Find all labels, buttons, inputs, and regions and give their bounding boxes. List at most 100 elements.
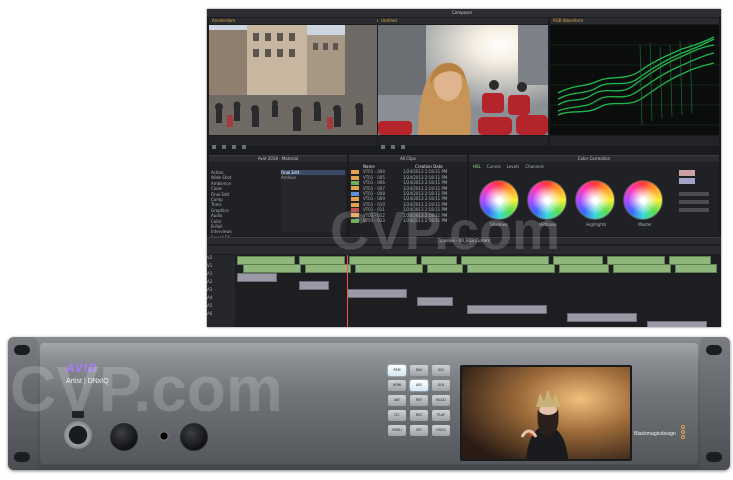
blackmagic-logo-text: Blackmagicdesign xyxy=(634,431,676,437)
street-scene-image xyxy=(209,25,377,135)
tab-hsl[interactable]: HSL xyxy=(473,164,481,169)
audio-clip[interactable] xyxy=(299,281,329,290)
source-transport-bar xyxy=(209,136,377,149)
splice-button[interactable] xyxy=(242,145,246,149)
track-label[interactable]: V2 xyxy=(207,255,235,263)
record-label[interactable]: Untitled xyxy=(378,18,548,24)
rec-play-button[interactable] xyxy=(381,145,385,149)
audio-clip[interactable] xyxy=(347,289,407,298)
source-monitor-header: Amsterdam xyxy=(209,18,377,24)
video-clip[interactable] xyxy=(559,264,609,273)
track-label[interactable]: V1 xyxy=(207,263,235,271)
hw-button-menu[interactable]: MENU xyxy=(388,425,406,436)
hw-button-dav[interactable]: DAV xyxy=(410,365,428,376)
rec-stop-button[interactable] xyxy=(391,145,395,149)
scope-label[interactable]: RGB Waveform xyxy=(550,18,719,24)
wheel-label: Master xyxy=(638,222,652,227)
record-monitor-header: Untitled xyxy=(378,18,548,24)
rack-hole xyxy=(706,452,722,462)
watermark: CVP.com xyxy=(10,353,283,425)
slider-saturation[interactable] xyxy=(679,192,709,196)
track-label[interactable]: A5 xyxy=(207,303,235,311)
rack-hole xyxy=(14,452,30,462)
audio-clip[interactable] xyxy=(647,321,707,327)
track-label[interactable]: A6 xyxy=(207,311,235,319)
hw-button-play[interactable]: PLAY xyxy=(432,410,450,421)
track-label[interactable]: A1 xyxy=(207,271,235,279)
rec-overwrite-button[interactable] xyxy=(401,145,405,149)
swatch-after[interactable] xyxy=(679,178,695,184)
tab-channels[interactable]: Channels xyxy=(525,164,544,169)
composer-title: Composer xyxy=(452,10,473,15)
hw-button-hold[interactable]: HOLD xyxy=(432,425,450,436)
track-label[interactable]: A2 xyxy=(207,279,235,287)
audio-clip[interactable] xyxy=(567,313,637,322)
media-composer-screenshot: File Edit Bin Clip Output Special Tools … xyxy=(207,9,721,327)
hw-button-rec[interactable]: REC xyxy=(410,410,428,421)
playhead[interactable] xyxy=(347,255,348,327)
queen-portrait-image xyxy=(462,367,630,459)
waveform-scope xyxy=(550,25,719,135)
video-clip[interactable] xyxy=(675,264,717,273)
rack-ear-right xyxy=(700,337,730,470)
video-clip[interactable] xyxy=(613,264,671,273)
scope-toolbar xyxy=(550,136,719,146)
track-label[interactable]: A3 xyxy=(207,287,235,295)
hw-button-ltc[interactable]: LTC xyxy=(388,410,406,421)
audio-clip[interactable] xyxy=(417,297,453,306)
bin-folder-list: Action Wide Shot Ambience Close Final Ed… xyxy=(211,170,279,246)
video-clip[interactable] xyxy=(427,264,463,273)
clip-color-swatch xyxy=(351,180,359,185)
wheel-label: Highlights xyxy=(586,222,607,227)
watermark: CVP.com xyxy=(330,201,561,261)
rack-hole xyxy=(706,345,722,355)
bin-item[interactable]: Archive xyxy=(281,175,345,180)
color-correction-title: Color Correction xyxy=(469,156,719,162)
video-clip[interactable] xyxy=(467,264,555,273)
video-clip[interactable] xyxy=(355,264,423,273)
slider-contrast[interactable] xyxy=(679,200,709,204)
mark-out-button[interactable] xyxy=(232,145,236,149)
lcd-monitor xyxy=(460,365,632,461)
audio-clip[interactable] xyxy=(237,273,277,282)
record-transport-bar xyxy=(378,136,548,149)
swatch-before[interactable] xyxy=(679,170,695,176)
volume-knob-right[interactable] xyxy=(180,423,208,451)
hw-button-ref[interactable]: REF xyxy=(410,395,428,406)
bin-title: Avid 2018 - Material xyxy=(209,156,347,162)
hw-button-hdmi[interactable]: HDMI xyxy=(388,380,406,391)
color-controls xyxy=(675,168,713,228)
track-label[interactable]: A4 xyxy=(207,295,235,303)
highlights-color-wheel[interactable] xyxy=(575,180,615,220)
hw-button-xlr[interactable]: XLR xyxy=(432,380,450,391)
video-clip[interactable] xyxy=(305,264,351,273)
track-headers: V2 V1 A1 A2 A3 A4 A5 A6 xyxy=(207,255,235,327)
clip-color-swatch xyxy=(351,170,359,175)
hw-button-rem[interactable]: REM xyxy=(388,365,406,376)
menu-bar: File Edit Bin Clip Output Special Tools … xyxy=(207,9,721,23)
hw-button-sdi[interactable]: SDI xyxy=(432,365,450,376)
hw-button-ant[interactable]: ANT xyxy=(388,395,406,406)
color-tabs: HSL Curves Levels Channels xyxy=(473,164,544,169)
bus-tour-image xyxy=(378,25,548,135)
play-button[interactable] xyxy=(212,145,216,149)
blackmagic-logo-icon xyxy=(681,425,685,443)
mark-in-button[interactable] xyxy=(222,145,226,149)
video-clip[interactable] xyxy=(243,264,301,273)
audio-clip[interactable] xyxy=(467,305,547,314)
scope-header: RGB Waveform xyxy=(550,18,719,24)
headphone-jack[interactable] xyxy=(158,430,170,442)
gain-knob-left[interactable] xyxy=(110,423,138,451)
hw-button-set[interactable]: SET xyxy=(410,425,428,436)
master-color-wheel[interactable] xyxy=(623,180,663,220)
waveform-trace xyxy=(550,36,719,126)
source-monitor-frame[interactable] xyxy=(209,25,377,135)
hw-button-aes[interactable]: AES xyxy=(410,380,428,391)
slider-brightness[interactable] xyxy=(679,208,709,212)
hw-button-rs422[interactable]: RS422 xyxy=(432,395,450,406)
tab-levels[interactable]: Levels xyxy=(507,164,520,169)
tab-curves[interactable]: Curves xyxy=(487,164,501,169)
clip-color-swatch xyxy=(351,175,359,180)
record-monitor-frame[interactable] xyxy=(378,25,548,135)
source-label[interactable]: Amsterdam xyxy=(209,18,377,24)
